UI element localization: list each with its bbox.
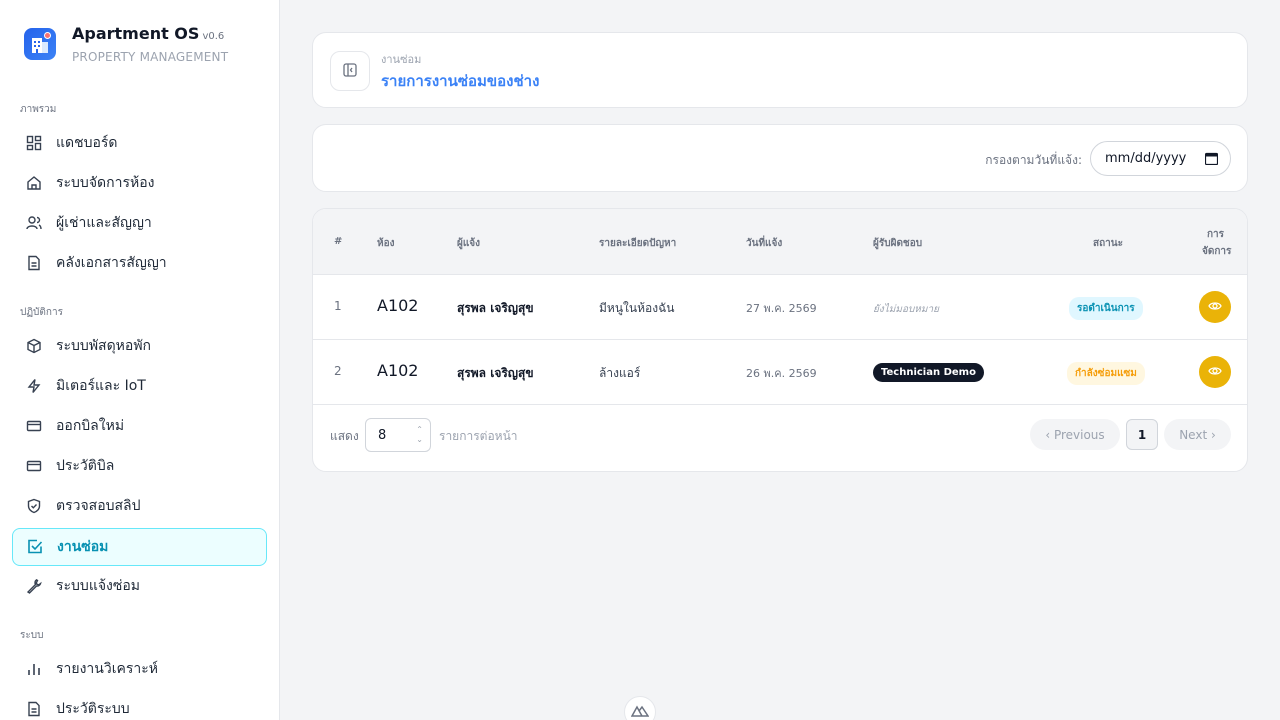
row-number: 1 <box>334 299 342 313</box>
col-assignee: ผู้รับผิดชอบ <box>873 238 923 249</box>
stepper-arrows-icon[interactable]: ⌃ ⌄ <box>416 425 423 445</box>
repairs-table: # ห้อง ผู้แจ้ง รายละเอียดปัญหา วันที่แจ้… <box>312 208 1248 472</box>
table-row[interactable]: 1 A102 สุรพล เจริญสุข มีหนูในห้องฉัน 27 … <box>313 275 1247 340</box>
app-version: v0.6 <box>202 31 225 42</box>
document-icon <box>26 701 42 717</box>
bar-chart-icon <box>26 661 42 677</box>
col-actions-line1: การ <box>1207 229 1225 240</box>
eye-icon <box>1208 363 1222 382</box>
page-size-input[interactable]: 8 ⌃ ⌄ <box>365 418 431 452</box>
col-detail: รายละเอียดปัญหา <box>599 238 677 249</box>
calendar-icon[interactable] <box>1204 152 1219 169</box>
sidebar-item-contracts[interactable]: คลังเอกสารสัญญา <box>12 244 267 282</box>
section-label-operations: ปฏิบัติการ <box>20 307 63 318</box>
page-title: รายการงานซ่อมของช่าง <box>381 72 540 90</box>
section-label-overview: ภาพรวม <box>20 104 57 115</box>
sidebar-item-label: ประวัติระบบ <box>56 701 130 717</box>
sidebar-item-meters[interactable]: มิเตอร์และ IoT <box>12 367 267 405</box>
sidebar-item-label: งานซ่อม <box>57 539 109 555</box>
sidebar-item-label: ตรวจสอบสลิป <box>56 498 141 514</box>
date-placeholder: mm/dd/yyyy <box>1105 151 1187 166</box>
col-status: สถานะ <box>1093 238 1123 249</box>
section-label-system: ระบบ <box>20 630 44 641</box>
page-size-value: 8 <box>378 427 387 443</box>
sidebar-item-slip-check[interactable]: ตรวจสอบสลิป <box>12 487 267 525</box>
col-reporter: ผู้แจ้ง <box>457 238 481 249</box>
building-logo-icon <box>24 28 56 60</box>
report-date: 27 พ.ค. 2569 <box>746 302 817 315</box>
col-actions-line2: จัดการ <box>1202 246 1232 257</box>
row-number: 2 <box>334 364 342 378</box>
devtools-logo-icon[interactable] <box>624 696 656 720</box>
room-number: A102 <box>377 296 419 315</box>
show-label: แสดง <box>330 429 359 443</box>
col-room: ห้อง <box>377 238 395 249</box>
sidebar-item-label: รายงานวิเคราะห์ <box>56 661 158 677</box>
assignee-unassigned: ยังไม่มอบหมาย <box>873 304 939 315</box>
users-icon <box>26 215 42 231</box>
sidebar-item-label: คลังเอกสารสัญญา <box>56 255 167 271</box>
sidebar-item-label: แดชบอร์ด <box>56 135 118 151</box>
problem-detail: ล้างแอร์ <box>599 366 641 380</box>
sidebar-item-bill-history[interactable]: ประวัติบิล <box>12 447 267 485</box>
app-title: Apartment OS <box>72 24 200 43</box>
package-icon <box>26 338 42 354</box>
grid-icon <box>26 135 42 151</box>
app-subtitle: PROPERTY MANAGEMENT <box>72 50 229 64</box>
sidebar-item-label: ระบบจัดการห้อง <box>56 175 155 191</box>
sidebar-item-label: ออกบิลใหม่ <box>56 418 125 434</box>
sidebar-item-repairs[interactable]: งานซ่อม <box>12 528 267 566</box>
bolt-icon <box>26 378 42 394</box>
sidebar-item-rooms[interactable]: ระบบจัดการห้อง <box>12 164 267 202</box>
col-number: # <box>334 236 343 247</box>
status-badge: กำลังซ่อมแซม <box>1067 362 1145 385</box>
eye-icon <box>1208 298 1222 317</box>
sidebar-item-label: ประวัติบิล <box>56 458 115 474</box>
pagination-bar: แสดง 8 ⌃ ⌄ รายการต่อหน้า ‹ Previous 1 Nex… <box>313 405 1247 471</box>
table-header: # ห้อง ผู้แจ้ง รายละเอียดปัญหา วันที่แจ้… <box>313 209 1247 275</box>
sidebar-item-label: มิเตอร์และ IoT <box>56 378 146 394</box>
checkbox-icon <box>27 539 43 555</box>
problem-detail: มีหนูในห้องฉัน <box>599 301 675 315</box>
breadcrumb: งานซ่อม <box>381 53 422 66</box>
sidebar: Apartment OS v0.6 PROPERTY MANAGEMENT ภาพ… <box>0 0 280 720</box>
sidebar-item-reports[interactable]: รายงานวิเคราะห์ <box>12 650 267 688</box>
reporter-name: สุรพล เจริญสุข <box>457 366 534 380</box>
per-page-label: รายการต่อหน้า <box>439 429 518 443</box>
collapse-sidebar-button[interactable] <box>330 51 370 91</box>
page-number-button[interactable]: 1 <box>1126 419 1158 450</box>
col-date: วันที่แจ้ง <box>746 238 783 249</box>
page-header: งานซ่อม รายการงานซ่อมของช่าง <box>312 32 1248 108</box>
sidebar-item-tenants[interactable]: ผู้เช่าและสัญญา <box>12 204 267 242</box>
table-row[interactable]: 2 A102 สุรพล เจริญสุข ล้างแอร์ 26 พ.ค. 2… <box>313 340 1247 405</box>
sidebar-item-parcels[interactable]: ระบบพัสดุหอพัก <box>12 327 267 365</box>
document-icon <box>26 255 42 271</box>
card-icon <box>26 418 42 434</box>
card-icon <box>26 458 42 474</box>
report-date: 26 พ.ค. 2569 <box>746 367 817 380</box>
next-page-button[interactable]: Next › <box>1164 419 1231 450</box>
assignee-badge: Technician Demo <box>873 363 984 382</box>
sidebar-item-label: ระบบพัสดุหอพัก <box>56 338 152 354</box>
filter-bar: กรองตามวันที่แจ้ง: mm/dd/yyyy <box>312 124 1248 192</box>
sidebar-item-label: ผู้เช่าและสัญญา <box>56 215 152 231</box>
view-button[interactable] <box>1199 291 1231 323</box>
sidebar-item-label: ระบบแจ้งซ่อม <box>56 578 141 594</box>
status-badge: รอดำเนินการ <box>1069 297 1143 320</box>
room-number: A102 <box>377 361 419 380</box>
home-icon <box>26 175 42 191</box>
sidebar-item-system-log[interactable]: ประวัติระบบ <box>12 690 267 720</box>
date-filter-label: กรองตามวันที่แจ้ง: <box>985 153 1082 167</box>
sidebar-toggle-icon <box>343 62 357 81</box>
sidebar-item-new-bill[interactable]: ออกบิลใหม่ <box>12 407 267 445</box>
reporter-name: สุรพล เจริญสุข <box>457 301 534 315</box>
previous-page-button[interactable]: ‹ Previous <box>1030 419 1120 450</box>
shield-icon <box>26 498 42 514</box>
view-button[interactable] <box>1199 356 1231 388</box>
brand[interactable]: Apartment OS v0.6 PROPERTY MANAGEMENT <box>24 26 228 64</box>
sidebar-item-repair-requests[interactable]: ระบบแจ้งซ่อม <box>12 567 267 605</box>
date-filter-input[interactable]: mm/dd/yyyy <box>1090 141 1231 176</box>
wrench-icon <box>26 578 42 594</box>
sidebar-item-dashboard[interactable]: แดชบอร์ด <box>12 124 267 162</box>
